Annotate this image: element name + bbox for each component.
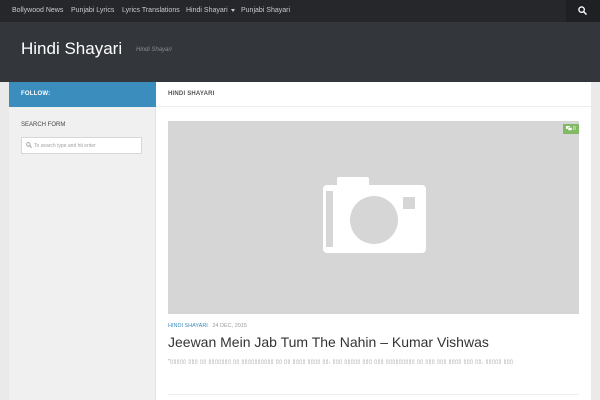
- post-excerpt: "▯▯▯▯▯ ▯▯▯ ▯▯ ▯▯▯▯▯▯▯ ▯▯ ▯▯▯▯▯▯▯▯▯▯ ▯▯ ▯…: [168, 359, 514, 365]
- follow-bar: FOLLOW:: [9, 82, 156, 107]
- divider: [168, 394, 579, 395]
- follow-label: FOLLOW:: [21, 91, 51, 97]
- nav-item-punjabi-lyrics[interactable]: Punjabi Lyrics: [71, 0, 114, 22]
- chevron-down-icon: [230, 8, 235, 12]
- search-input[interactable]: [34, 140, 139, 151]
- sidebar: SEARCH FORM: [9, 107, 156, 400]
- nav-item-hindi-shayari[interactable]: Hindi Shayari: [186, 0, 235, 22]
- search-icon: [26, 142, 32, 148]
- nav-item-hindi-shayari-label: Hindi Shayari: [186, 7, 228, 14]
- post-thumbnail[interactable]: 0: [168, 121, 579, 314]
- search-form-title: SEARCH FORM: [21, 122, 66, 128]
- site-header: Hindi Shayari Hindi Shayari: [0, 22, 600, 82]
- nav-item-bollywood-news[interactable]: Bollywood News: [12, 0, 63, 22]
- post-meta: HINDI SHAYARI 24 DEC, 2015: [168, 323, 247, 329]
- comment-count: 0: [573, 126, 576, 132]
- nav-item-lyrics-translations[interactable]: Lyrics Translations: [122, 0, 180, 22]
- site-description: Hindi Shayari: [136, 47, 172, 53]
- post-category-link[interactable]: HINDI SHAYARI: [168, 323, 208, 329]
- camera-icon: [323, 177, 426, 253]
- post-date: 24 DEC, 2015: [212, 323, 247, 329]
- page-title-bar: HINDI SHAYARI: [156, 82, 591, 107]
- post-title-link[interactable]: Jeewan Mein Jab Tum The Nahin – Kumar Vi…: [168, 334, 489, 350]
- main-content: HINDI SHAYARI 0 HINDI SHAYARI 24 DEC, 20…: [156, 82, 591, 400]
- site-title[interactable]: Hindi Shayari: [21, 39, 122, 59]
- search-form: [21, 137, 142, 154]
- comment-count-badge[interactable]: 0: [563, 124, 579, 134]
- nav-item-punjabi-shayari[interactable]: Punjabi Shayari: [241, 0, 290, 22]
- search-toggle-button[interactable]: [566, 0, 600, 22]
- page-title: HINDI SHAYARI: [168, 91, 215, 97]
- top-navigation: Bollywood News Punjabi Lyrics Lyrics Tra…: [0, 0, 600, 22]
- search-icon: [578, 6, 587, 15]
- comment-icon: [566, 126, 572, 131]
